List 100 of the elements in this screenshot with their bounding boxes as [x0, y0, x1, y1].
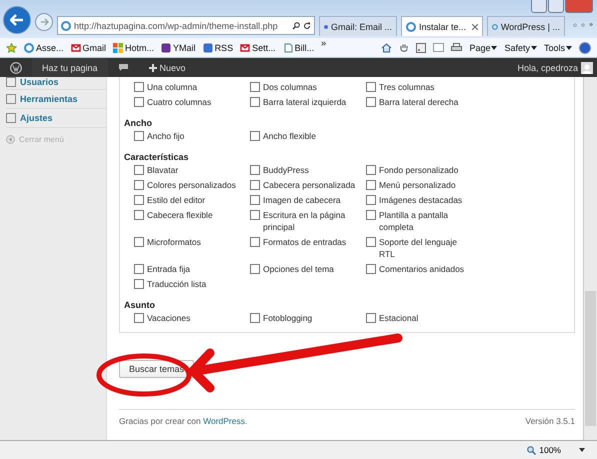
checkbox-label[interactable]: Una columna — [147, 81, 198, 93]
zoom-icon[interactable] — [527, 446, 536, 454]
checkbox[interactable] — [134, 210, 144, 220]
favorite-link[interactable]: YMail — [161, 42, 196, 52]
checkbox[interactable] — [250, 237, 260, 247]
checkbox-label[interactable]: Fondo personalizado — [379, 164, 458, 176]
browser-tab[interactable]: Instalar te... — [401, 16, 483, 36]
checkbox[interactable] — [250, 180, 260, 190]
menu-item[interactable]: Herramientas — [20, 94, 78, 104]
checkbox[interactable] — [134, 313, 144, 323]
address-bar[interactable]: http://haztupagina.com/wp-admin/theme-install.php — [57, 16, 315, 35]
checkbox-label[interactable]: Ancho flexible — [263, 130, 316, 142]
checkbox[interactable] — [250, 97, 260, 107]
search-icon[interactable] — [292, 22, 300, 30]
zoom-level[interactable]: 100% — [539, 445, 561, 455]
dropdown-caret-icon[interactable] — [579, 448, 585, 452]
checkbox-label[interactable]: Colores personalizados — [147, 179, 236, 191]
checkbox[interactable] — [134, 82, 144, 92]
checkbox[interactable] — [250, 82, 260, 92]
browser-tab[interactable]: Gmail: Email ... — [319, 16, 397, 36]
checkbox[interactable] — [250, 131, 260, 141]
command-menu[interactable]: Tools — [544, 42, 572, 52]
menu-item[interactable]: Usuarios — [20, 77, 59, 86]
checkbox[interactable] — [366, 97, 376, 107]
command-menu[interactable]: Page — [469, 42, 498, 52]
browser-tab[interactable]: WordPress | ... — [487, 16, 565, 36]
checkbox[interactable] — [366, 165, 376, 175]
mail-icon[interactable] — [433, 43, 444, 52]
checkbox[interactable] — [250, 210, 260, 220]
checkbox-label[interactable]: Imágenes destacadas — [379, 194, 462, 206]
favorite-link[interactable]: Bill... — [282, 42, 314, 52]
feed-icon[interactable] — [416, 42, 426, 52]
scrollbar[interactable] — [583, 77, 597, 440]
checkbox[interactable] — [134, 264, 144, 274]
checkbox[interactable] — [134, 195, 144, 205]
checkbox-label[interactable]: Barra lateral derecha — [379, 96, 458, 108]
menu-item[interactable]: Ajustes — [20, 113, 53, 123]
checkbox[interactable] — [366, 82, 376, 92]
checkbox[interactable] — [250, 264, 260, 274]
close-icon[interactable] — [472, 24, 478, 30]
checkbox-label[interactable]: Tres columnas — [379, 81, 434, 93]
checkbox-label[interactable]: Imagen de cabecera — [263, 194, 340, 206]
checkbox-label[interactable]: Estacional — [379, 312, 418, 324]
more-chevron[interactable]: » — [321, 38, 326, 48]
checkbox[interactable] — [366, 210, 376, 220]
maximize-button[interactable] — [548, 0, 564, 13]
favorite-link[interactable]: RSS — [202, 42, 234, 52]
checkbox-label[interactable]: Estilo del editor — [147, 194, 206, 206]
checkbox-label[interactable]: Menú personalizado — [379, 179, 456, 191]
checkbox-label[interactable]: Dos columnas — [263, 81, 317, 93]
checkbox-label[interactable]: Comentarios anidados — [379, 263, 464, 275]
checkbox-label[interactable]: Microformatos — [147, 236, 201, 248]
avatar-icon[interactable] — [581, 62, 593, 74]
checkbox[interactable] — [134, 97, 144, 107]
back-button[interactable] — [3, 6, 31, 34]
checkbox-label[interactable]: Cabecera personalizada — [263, 179, 356, 191]
checkbox[interactable] — [366, 180, 376, 190]
comment-icon[interactable] — [118, 63, 129, 72]
checkbox-label[interactable]: Escritura en la página principal — [263, 209, 357, 233]
favorite-link[interactable]: Asse... — [24, 42, 64, 52]
checkbox-label[interactable]: Opciones del tema — [263, 263, 334, 275]
greeting-link[interactable]: Hola, cpedroza — [507, 58, 581, 77]
checkbox-label[interactable]: Vacaciones — [147, 312, 190, 324]
favorites-star-icon[interactable] — [6, 42, 17, 52]
printer-icon[interactable] — [451, 42, 462, 52]
checkbox[interactable] — [366, 237, 376, 247]
new-menu[interactable]: Nuevo — [138, 58, 196, 77]
checkbox-label[interactable]: BuddyPress — [263, 164, 309, 176]
help-icon[interactable] — [579, 42, 591, 54]
favorite-link[interactable]: Sett... — [240, 42, 276, 52]
checkbox[interactable] — [134, 165, 144, 175]
checkbox[interactable] — [366, 264, 376, 274]
checkbox[interactable] — [134, 180, 144, 190]
collapse-icon[interactable] — [6, 134, 15, 144]
checkbox[interactable] — [250, 195, 260, 205]
wordpress-logo-icon[interactable] — [10, 62, 22, 74]
favorite-link[interactable]: Hotm... — [113, 42, 154, 52]
checkbox-label[interactable]: Entrada fija — [147, 263, 190, 275]
checkbox[interactable] — [366, 313, 376, 323]
checkbox-label[interactable]: Fotoblogging — [263, 312, 312, 324]
checkbox-label[interactable]: Blavatar — [147, 164, 178, 176]
checkbox[interactable] — [134, 237, 144, 247]
checkbox-label[interactable]: Plantilla a pantalla completa — [379, 209, 473, 233]
home-icon[interactable] — [381, 42, 392, 52]
checkbox[interactable] — [366, 195, 376, 205]
checkbox[interactable] — [134, 131, 144, 141]
checkbox-label[interactable]: Cuatro columnas — [147, 96, 212, 108]
checkbox-label[interactable]: Traducción lista — [147, 278, 206, 290]
checkbox-label[interactable]: Cabecera flexible — [147, 209, 213, 221]
refresh-icon[interactable] — [303, 22, 311, 30]
wordpress-link[interactable]: WordPress — [203, 416, 245, 426]
checkbox-label[interactable]: Barra lateral izquierda — [263, 96, 346, 108]
checkbox-label[interactable]: Formatos de entradas — [263, 236, 346, 248]
checkbox[interactable] — [250, 165, 260, 175]
checkbox-label[interactable]: Ancho fijo — [147, 130, 184, 142]
favorite-link[interactable]: Gmail — [70, 42, 106, 52]
checkbox[interactable] — [250, 313, 260, 323]
forward-button[interactable] — [35, 13, 53, 31]
checkbox[interactable] — [134, 279, 144, 289]
hand-icon[interactable] — [399, 42, 410, 52]
